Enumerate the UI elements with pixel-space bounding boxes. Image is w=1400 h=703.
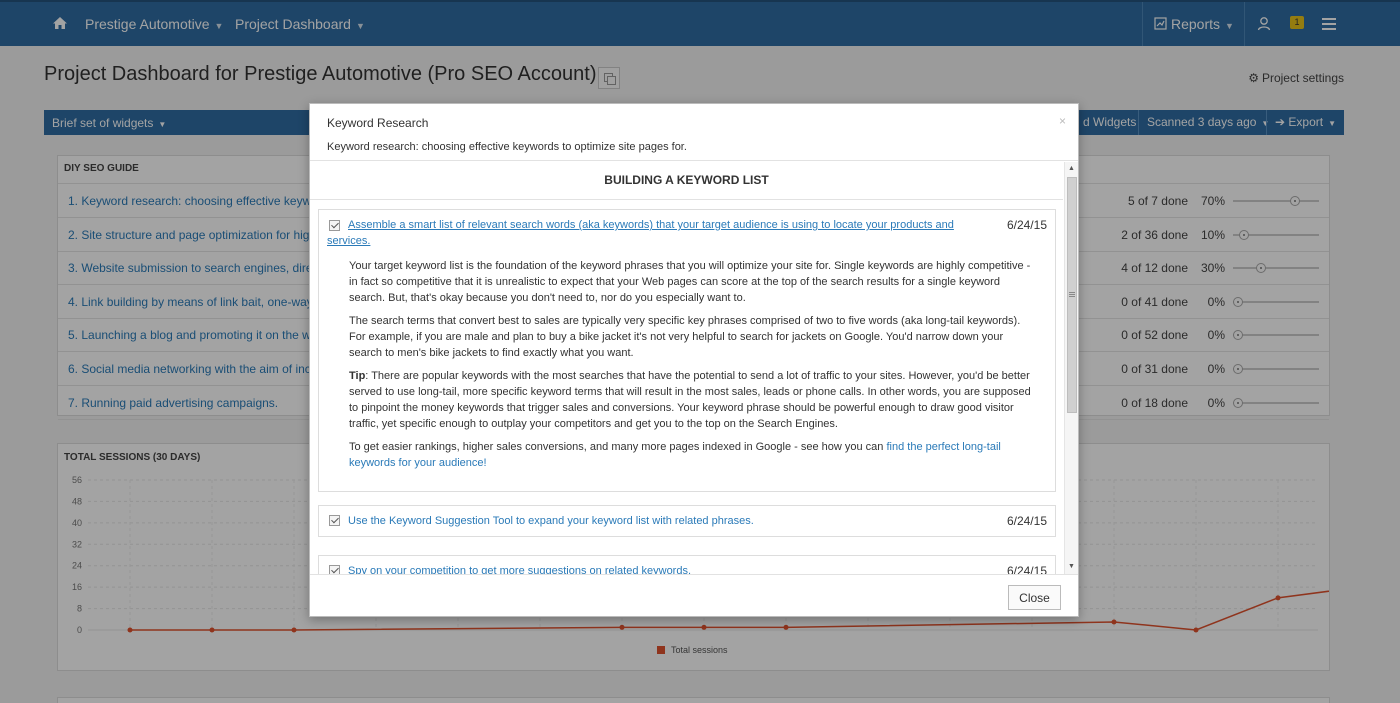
task-checkbox[interactable] (329, 220, 340, 231)
modal-body: BUILDING A KEYWORD LIST Assemble a smart… (310, 162, 1078, 574)
grip-icon (1069, 292, 1075, 293)
tip-paragraph: Tip: There are popular keywords with the… (349, 368, 1039, 432)
task-date: 6/24/15 (1006, 564, 1047, 574)
task-checkbox[interactable] (329, 565, 340, 574)
paragraph: Your target keyword list is the foundati… (349, 260, 1031, 304)
task-item: Use the Keyword Suggestion Tool to expan… (318, 505, 1056, 537)
scroll-up-icon[interactable]: ▲ (1068, 165, 1075, 172)
tip-text: : There are popular keywords with the mo… (349, 370, 1031, 430)
scrollbar-thumb[interactable] (1067, 177, 1077, 413)
modal-footer: Close (310, 574, 1078, 616)
task-link[interactable]: Spy on your competition to get more sugg… (348, 563, 691, 574)
paragraph: To get easier rankings, higher sales con… (349, 439, 1039, 471)
task-link[interactable]: Assemble a smart list of relevant search… (348, 217, 954, 233)
modal-header: Keyword Research Keyword research: choos… (310, 104, 1078, 161)
task-link[interactable]: Use the Keyword Suggestion Tool to expan… (348, 513, 754, 529)
paragraph-text: To get easier rankings, higher sales con… (349, 441, 887, 453)
paragraph: The search terms that convert best to sa… (349, 315, 1021, 359)
section-heading: BUILDING A KEYWORD LIST (310, 162, 1063, 200)
task-date: 6/24/15 (1006, 218, 1047, 232)
task-link-line: services. (327, 235, 371, 247)
close-button[interactable]: Close (1008, 585, 1061, 610)
keyword-research-modal: Keyword Research Keyword research: choos… (309, 103, 1079, 617)
tip-label: Tip (349, 370, 366, 382)
task-item: Spy on your competition to get more sugg… (318, 555, 1056, 574)
task-item: Assemble a smart list of relevant search… (318, 209, 1056, 492)
scroll-down-icon[interactable]: ▼ (1068, 563, 1075, 570)
modal-title: Keyword Research (327, 116, 429, 130)
modal-scrollbar[interactable]: ▲ ▼ (1064, 162, 1078, 574)
task-link-continued[interactable]: services. (327, 233, 370, 249)
task-link-line: Assemble a smart list of relevant search… (348, 219, 954, 231)
close-icon[interactable]: × (1059, 114, 1066, 128)
modal-subtitle: Keyword research: choosing effective key… (327, 141, 687, 153)
task-checkbox[interactable] (329, 515, 340, 526)
task-date: 6/24/15 (1006, 514, 1047, 528)
